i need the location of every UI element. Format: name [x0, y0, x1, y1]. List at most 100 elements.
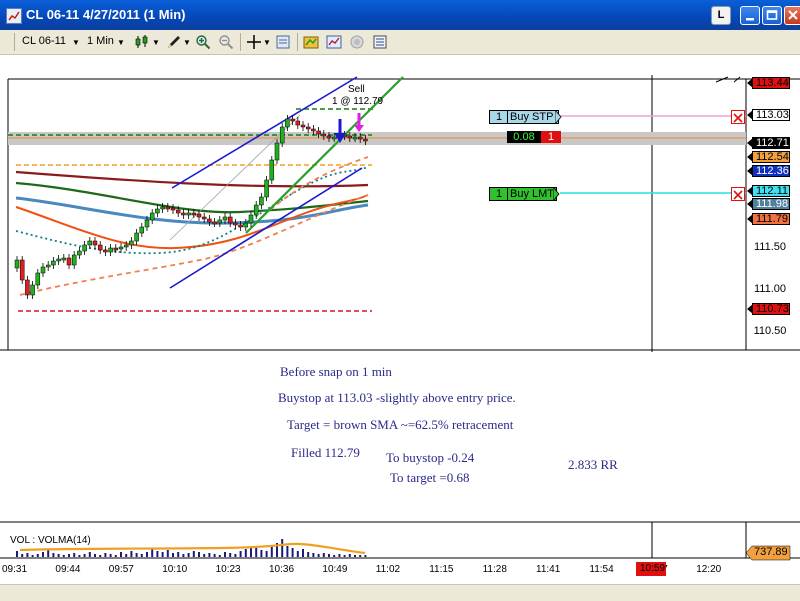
strategy-disabled-icon[interactable]	[349, 34, 365, 50]
price-marker: 112.71	[747, 137, 790, 149]
instrument-selector[interactable]: CL 06-11	[22, 35, 66, 47]
chart-style-dropdown-icon[interactable]: ▼	[152, 38, 160, 47]
candlestick-style-icon[interactable]	[134, 34, 150, 50]
price-marker-pointer	[747, 78, 753, 88]
toolbar-separator	[240, 33, 241, 51]
candle-body	[14, 259, 20, 269]
candle-body	[118, 246, 124, 250]
volume-bar	[203, 554, 206, 557]
minimize-button[interactable]	[740, 6, 760, 25]
volume-bar	[120, 552, 122, 557]
candle-body	[259, 196, 264, 206]
position-pnl[interactable]: 0.08	[507, 131, 541, 143]
candle-body	[82, 244, 87, 252]
annotation-line-7: 2.833 RR	[568, 457, 618, 472]
price-marker-value: 113.44	[756, 77, 789, 89]
time-tick: 10:10	[162, 564, 188, 575]
horizontal-scrollbar[interactable]	[0, 584, 800, 601]
position-qty[interactable]: 1	[541, 131, 561, 143]
zoom-out-icon[interactable]	[218, 34, 234, 50]
price-chart-canvas[interactable]	[0, 55, 800, 600]
interval-dropdown-icon[interactable]: ▼	[117, 38, 125, 47]
volume-bar	[99, 555, 102, 557]
buy-limit-qty[interactable]: 1	[489, 187, 509, 201]
instrument-dropdown-icon[interactable]: ▼	[72, 38, 80, 47]
volume-bar	[307, 552, 310, 557]
volume-bar	[244, 549, 247, 557]
price-marker: 112.11	[747, 185, 790, 197]
window-title: CL 06-11 4/27/2011 (1 Min)	[26, 7, 186, 22]
buy-stop-label[interactable]: Buy STP	[507, 110, 559, 124]
properties-icon[interactable]	[372, 34, 388, 50]
candle-body	[207, 218, 212, 223]
time-tick: 09:44	[55, 564, 81, 575]
time-tick: 10:49	[322, 564, 348, 575]
candle-body	[165, 206, 171, 210]
close-button[interactable]	[784, 6, 800, 25]
volume-bar	[218, 555, 221, 557]
buy-limit-label[interactable]: Buy LMT	[507, 187, 557, 201]
maximize-button[interactable]	[762, 6, 782, 25]
interval-selector[interactable]: 1 Min	[87, 35, 114, 47]
time-tick: 11:28	[482, 564, 507, 575]
volume-bar	[151, 549, 154, 557]
data-box-icon[interactable]	[275, 34, 291, 50]
candle-body	[56, 258, 61, 262]
price-marker-pointer	[747, 304, 753, 314]
crosshair-dropdown-icon[interactable]: ▼	[263, 38, 271, 47]
time-tick: 11:41	[536, 564, 561, 575]
volume-bar	[16, 551, 18, 557]
zoom-in-icon[interactable]	[195, 34, 211, 50]
price-marker: 112.36	[747, 165, 790, 177]
l-button[interactable]: L	[711, 6, 731, 25]
sell-label: Sell	[348, 84, 365, 95]
volume-bar	[177, 552, 180, 557]
volume-bar	[255, 548, 258, 557]
price-marker-pointer	[747, 166, 753, 176]
candle-body	[264, 179, 269, 198]
toolbar-grip	[14, 33, 15, 51]
candle-body	[233, 222, 238, 226]
volume-bar	[322, 553, 325, 557]
chart-area: Sell 1 @ 112.79 1 Buy STP 0.08 1 1 Buy L…	[0, 55, 800, 601]
candle-body	[363, 138, 368, 142]
crosshair-icon[interactable]	[246, 34, 262, 50]
current-time-marker: 10:59	[636, 562, 666, 576]
candle-body	[97, 244, 103, 251]
draw-dropdown-icon[interactable]: ▼	[183, 38, 191, 47]
volume-bar	[359, 555, 362, 557]
candle-body	[51, 260, 56, 266]
candle-body	[139, 226, 145, 234]
candle-body	[35, 272, 41, 286]
candle-body	[155, 208, 160, 214]
indicators-icon[interactable]	[326, 34, 342, 50]
candle-body	[87, 240, 93, 246]
annotation-line-5: To buystop -0.24	[386, 450, 475, 465]
volume-bar	[140, 554, 143, 557]
buy-stop-qty[interactable]: 1	[489, 110, 509, 124]
draw-pencil-icon[interactable]	[166, 34, 182, 50]
volume-bar	[286, 546, 289, 557]
templates-icon[interactable]	[303, 34, 319, 50]
candle-body	[170, 207, 176, 211]
volume-bar	[333, 555, 336, 557]
cancel-buy-stop-icon[interactable]	[731, 110, 745, 124]
price-tick: 111.50	[753, 241, 786, 253]
volume-bar	[172, 553, 174, 557]
volume-bar	[104, 553, 107, 557]
volume-bar	[281, 539, 284, 557]
candle-body	[352, 136, 358, 140]
candle-body	[149, 212, 155, 221]
current-time-label: 10:59	[640, 563, 666, 574]
candle-body	[212, 221, 217, 225]
candle-body	[71, 254, 77, 266]
candle-body	[108, 247, 113, 253]
volume-indicator-label: VOL : VOLMA(14)	[10, 535, 91, 546]
volume-bar	[21, 554, 24, 557]
candle-body	[243, 222, 249, 228]
cancel-buy-limit-icon[interactable]	[731, 187, 745, 201]
time-tick: 11:15	[429, 564, 454, 575]
candle-body	[134, 232, 139, 242]
candle-body	[61, 257, 67, 261]
volume-bar	[36, 554, 39, 557]
